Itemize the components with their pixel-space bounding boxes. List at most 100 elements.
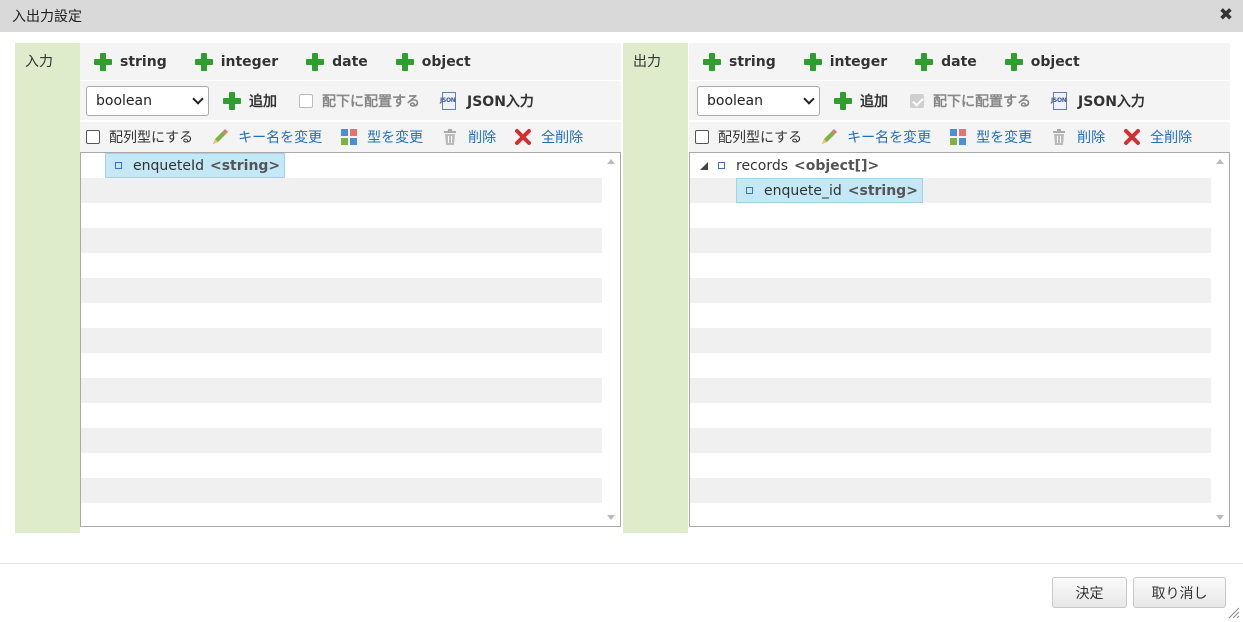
tree-row-stripe [81,178,602,203]
output-array-checkbox[interactable] [695,130,709,144]
plus-icon [803,52,822,71]
tree-row-stripe [690,278,1211,303]
tree-row-stripe [81,453,602,478]
convert-icon [950,129,967,145]
output-add-button[interactable]: 追加 [834,91,888,111]
scroll-up-icon[interactable] [607,159,615,164]
scroll-down-icon[interactable] [607,515,615,520]
tree-row-stripe [81,278,602,303]
x-icon [1124,129,1141,145]
input-tree[interactable]: enqueteId <string> [80,152,621,527]
expanded-triangle-icon[interactable] [700,161,708,170]
dialog-titlebar: 入出力設定 ✖ [0,0,1243,32]
output-add-integer-button[interactable]: integer [803,52,887,71]
tree-row-stripe [690,428,1211,453]
input-place-under-checkbox[interactable] [299,93,313,108]
tree-row-stripe [690,228,1211,253]
output-tree[interactable]: records <object[]> enquete_id <string> [689,152,1230,527]
pencil-icon [213,129,229,144]
output-delete-button[interactable]: 削除 [1050,127,1105,147]
tree-row-stripe [690,328,1211,353]
tree-row-stripe [690,253,1211,278]
output-add-string-button[interactable]: string [703,52,776,71]
tree-row-stripe [81,328,602,353]
leaf-node-icon [115,162,122,169]
output-panel: string integer date object boolean 追加 配下… [689,43,1230,527]
trash-icon [1053,129,1066,145]
object-node-icon [718,162,725,169]
json-file-icon: JSON [440,91,458,110]
output-add-toolbar: boolean 追加 配下に配置する JSON JSON入力 [689,81,1230,121]
input-delete-all-button[interactable]: 全削除 [514,127,583,147]
close-icon[interactable]: ✖ [1217,6,1235,24]
tree-node[interactable]: enquete_id <string> [736,178,923,203]
output-delete-all-button[interactable]: 全削除 [1123,127,1192,147]
input-edit-toolbar: 配列型にする キー名を変更 型を変更 削除 全削除 [80,122,621,152]
cancel-button[interactable]: 取り消し [1133,577,1226,608]
input-add-string-button[interactable]: string [94,52,167,71]
scroll-up-icon[interactable] [1216,159,1224,164]
input-add-button[interactable]: 追加 [223,91,277,111]
footer-divider [0,563,1243,564]
leaf-node-icon [746,187,753,194]
input-add-toolbar: boolean 追加 配下に配置する JSON JSON入力 [80,81,621,121]
plus-icon [94,52,112,71]
input-type-select[interactable]: boolean [86,85,209,116]
output-add-object-button[interactable]: object [1004,52,1080,71]
scroll-down-icon[interactable] [1216,515,1224,520]
dialog-title: 入出力設定 [12,9,82,25]
input-type-toolbar: string integer date object [80,43,621,81]
tree-row-stripe [690,478,1211,503]
input-rename-key-button[interactable]: キー名を変更 [211,127,322,147]
plus-icon [223,91,241,110]
input-array-toggle[interactable]: 配列型にする [86,127,193,147]
input-place-under-toggle[interactable]: 配下に配置する [299,91,420,111]
input-array-checkbox[interactable] [86,130,100,144]
plus-icon [395,52,414,71]
resize-grip-icon[interactable] [1228,607,1240,619]
output-array-toggle[interactable]: 配列型にする [695,127,802,147]
input-panel: string integer date object boolean 追加 配下… [80,43,621,527]
tree-row-stripe [690,378,1211,403]
output-add-date-button[interactable]: date [915,52,977,71]
tree-row-stripe [81,478,602,503]
tree-row-stripe [81,353,602,378]
output-tree-scrollbar[interactable] [1211,153,1229,526]
plus-icon [703,52,721,71]
tree-node[interactable]: records <object[]> [690,153,883,178]
plus-icon [915,52,934,71]
tree-row-stripe [81,253,602,278]
output-edit-toolbar: 配列型にする キー名を変更 型を変更 削除 全削除 [689,122,1230,152]
input-add-object-button[interactable]: object [395,52,471,71]
tree-row-stripe [690,403,1211,428]
output-rename-key-button[interactable]: キー名を変更 [820,127,931,147]
tree-row-stripe [81,228,602,253]
input-add-integer-button[interactable]: integer [194,52,278,71]
input-add-date-button[interactable]: date [306,52,368,71]
tree-row-stripe [81,303,602,328]
input-section-label: 入力 [15,43,80,533]
input-tree-scrollbar[interactable] [602,153,620,526]
input-json-input-button[interactable]: JSON JSON入力 [440,91,534,111]
tree-row-stripe [81,428,602,453]
output-section-label: 出力 [623,43,688,533]
ok-button[interactable]: 決定 [1052,577,1127,608]
plus-icon [306,52,325,71]
input-delete-button[interactable]: 削除 [441,127,496,147]
tree-row-stripe [81,378,602,403]
pencil-icon [822,129,838,144]
tree-row-stripe [81,403,602,428]
input-change-type-button[interactable]: 型を変更 [340,127,423,147]
output-json-input-button[interactable]: JSON JSON入力 [1051,91,1145,111]
output-type-select[interactable]: boolean [697,85,820,116]
tree-row-stripe [690,353,1211,378]
convert-icon [341,129,358,145]
output-change-type-button[interactable]: 型を変更 [949,127,1032,147]
tree-row-stripe [81,503,602,526]
output-place-under-checkbox[interactable] [910,93,924,108]
plus-icon [194,52,213,71]
chevron-down-icon [192,92,204,105]
tree-node[interactable]: enqueteId <string> [105,153,286,178]
plus-icon [1004,52,1023,71]
output-place-under-toggle[interactable]: 配下に配置する [910,91,1031,111]
